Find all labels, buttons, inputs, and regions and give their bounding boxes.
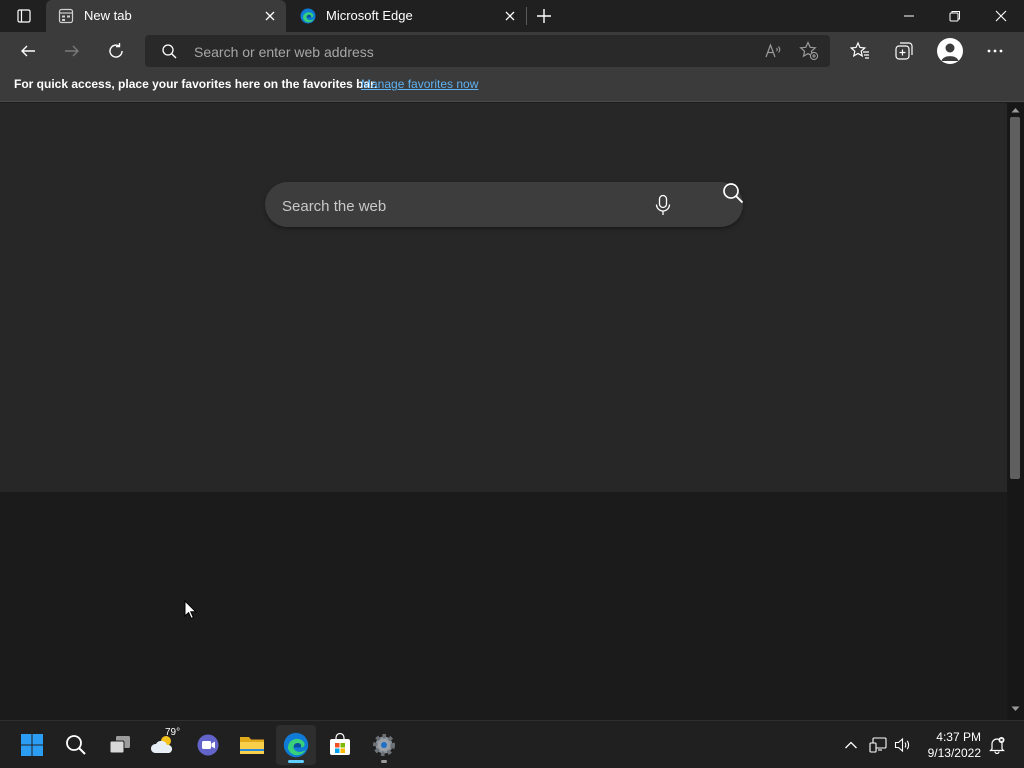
- star-add-icon: [799, 41, 819, 61]
- search-icon[interactable]: [722, 182, 744, 204]
- tab-microsoft-edge[interactable]: Microsoft Edge: [288, 0, 526, 32]
- start-button[interactable]: [12, 725, 52, 765]
- chevron-up-icon: [845, 741, 857, 749]
- collections-icon: [895, 42, 913, 60]
- favorites-button[interactable]: [846, 37, 874, 65]
- network-status-button[interactable]: [866, 733, 890, 757]
- file-explorer-button[interactable]: [232, 725, 272, 765]
- search-icon: [66, 735, 86, 755]
- tab-title: New tab: [84, 8, 132, 23]
- gear-icon: [373, 734, 395, 756]
- microsoft-store-button[interactable]: [320, 725, 360, 765]
- tab-title: Microsoft Edge: [326, 8, 413, 23]
- refresh-button[interactable]: [102, 37, 130, 65]
- forward-button[interactable]: [58, 37, 86, 65]
- store-bag-icon: [330, 733, 350, 755]
- search-icon: [162, 44, 177, 59]
- restore-button[interactable]: [932, 0, 978, 32]
- task-view-icon: [109, 736, 130, 754]
- navigation-toolbar: [0, 32, 1024, 70]
- notification-bell-icon: [989, 737, 1005, 754]
- active-app-indicator: [288, 760, 304, 763]
- collections-button[interactable]: [890, 37, 918, 65]
- minimize-icon: [904, 15, 914, 17]
- tab-new-tab[interactable]: New tab: [46, 0, 286, 32]
- back-button[interactable]: [14, 37, 42, 65]
- web-search-input[interactable]: [280, 193, 644, 219]
- taskbar-search-button[interactable]: [56, 725, 96, 765]
- manage-favorites-link[interactable]: Manage favorites now: [361, 77, 478, 91]
- close-tab-icon[interactable]: [503, 9, 517, 23]
- add-to-favorites-button[interactable]: [795, 37, 823, 65]
- network-icon: [869, 737, 887, 753]
- page-header-area: [0, 103, 1007, 492]
- show-hidden-icons-button[interactable]: [839, 733, 863, 757]
- minimize-button[interactable]: [886, 0, 932, 32]
- edge-logo-icon: [283, 732, 309, 758]
- tab-actions-button[interactable]: [9, 6, 39, 26]
- scroll-up-icon[interactable]: [1011, 107, 1020, 113]
- settings-taskbar-button[interactable]: [364, 725, 404, 765]
- chat-button[interactable]: [188, 725, 228, 765]
- running-app-indicator: [381, 760, 387, 763]
- tab-separator: [526, 7, 527, 25]
- address-bar[interactable]: [145, 35, 830, 67]
- more-icon: [987, 49, 1003, 53]
- taskbar: 79° 4:37 PM 9/13/2022: [0, 720, 1024, 768]
- close-window-button[interactable]: [978, 0, 1024, 32]
- read-aloud-button[interactable]: [759, 37, 787, 65]
- new-tab-page-icon: [58, 8, 74, 24]
- task-view-button[interactable]: [100, 725, 140, 765]
- restore-icon: [949, 11, 960, 22]
- favorites-bar-message: For quick access, place your favorites h…: [14, 77, 378, 91]
- scrollbar-thumb[interactable]: [1010, 117, 1020, 479]
- favorites-icon: [850, 41, 869, 59]
- back-arrow-icon: [21, 45, 35, 57]
- scroll-down-icon[interactable]: [1011, 706, 1020, 712]
- new-tab-icon[interactable]: [533, 5, 555, 27]
- settings-and-more-button[interactable]: [981, 37, 1009, 65]
- weather-temperature: 79°: [165, 727, 181, 738]
- title-bar: New tab Microsoft Edge: [0, 0, 1024, 32]
- address-input[interactable]: [192, 40, 736, 64]
- profile-avatar[interactable]: [937, 38, 963, 64]
- close-tab-icon[interactable]: [263, 9, 277, 23]
- speaker-icon: [894, 737, 910, 753]
- mouse-pointer-icon: [184, 600, 198, 620]
- close-icon: [995, 10, 1007, 22]
- tab-actions-icon: [17, 9, 31, 23]
- web-search-box[interactable]: [265, 182, 744, 227]
- clock-date: 9/13/2022: [927, 746, 981, 760]
- clock-time: 4:37 PM: [936, 730, 981, 744]
- new-tab-page: [0, 103, 1007, 720]
- microphone-icon[interactable]: [654, 194, 672, 216]
- read-aloud-icon: [765, 43, 781, 58]
- user-icon: [941, 43, 959, 61]
- edge-taskbar-button[interactable]: [276, 725, 316, 765]
- refresh-icon: [109, 43, 123, 58]
- notifications-button[interactable]: [985, 733, 1009, 757]
- folder-icon: [240, 737, 264, 754]
- system-clock[interactable]: 4:37 PM 9/13/2022: [917, 729, 981, 761]
- teams-chat-icon: [197, 734, 219, 756]
- edge-logo-icon: [300, 8, 316, 24]
- vertical-scrollbar[interactable]: [1007, 103, 1024, 720]
- favorites-bar: For quick access, place your favorites h…: [0, 70, 1024, 102]
- forward-arrow-icon: [65, 45, 79, 57]
- volume-button[interactable]: [891, 733, 915, 757]
- windows-logo-icon: [21, 734, 43, 756]
